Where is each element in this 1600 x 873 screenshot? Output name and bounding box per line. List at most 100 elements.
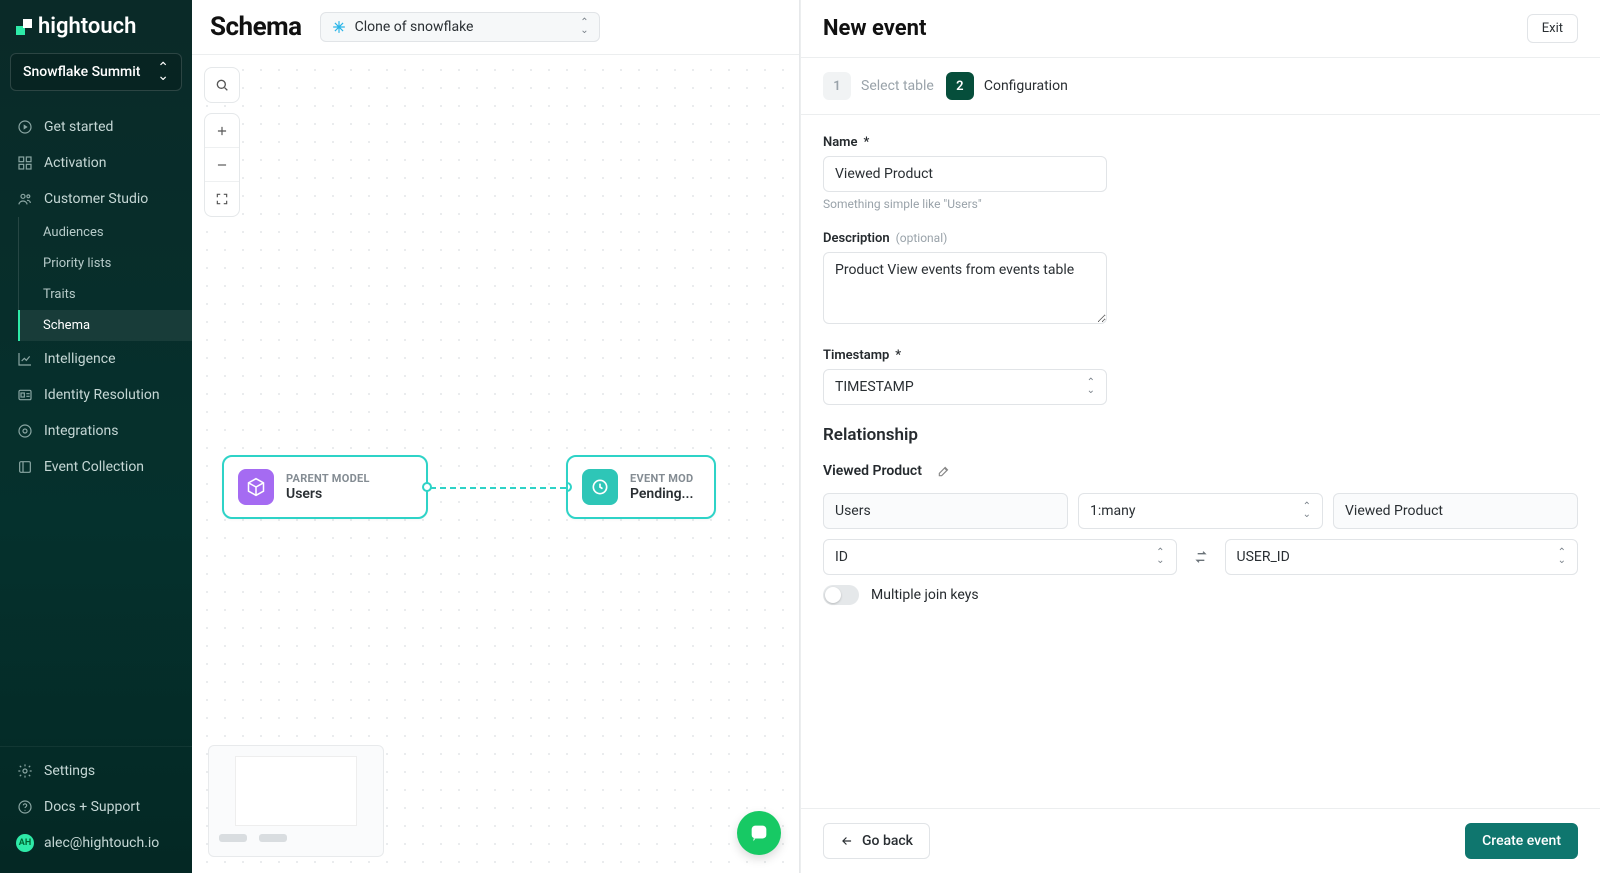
toggle-knob xyxy=(825,587,841,603)
nav-item-intelligence[interactable]: Intelligence xyxy=(0,341,192,377)
workspace-picker[interactable]: Snowflake Summit ⌃⌄ xyxy=(10,53,182,91)
users-icon xyxy=(16,190,34,208)
sidebar-footer: Settings Docs + Support AH alec@hightouc… xyxy=(0,746,192,873)
node-name: Users xyxy=(286,486,370,502)
nav-item-customer-studio[interactable]: Customer Studio xyxy=(0,181,192,217)
updown-icon: ⌃⌄ xyxy=(157,64,169,80)
source-picker[interactable]: Clone of snowflake ⌃⌄ xyxy=(320,12,600,42)
arrow-left-icon xyxy=(840,834,854,848)
schema-canvas-column: Schema Clone of snowflake ⌃⌄ xyxy=(192,0,800,873)
minimap-viewport xyxy=(235,756,357,826)
field-timestamp: Timestamp * TIMESTAMP ⌃⌄ xyxy=(823,348,1107,405)
step-bar: 1 Select table 2 Configuration xyxy=(801,58,1600,115)
required-mark: * xyxy=(895,348,901,363)
nav-item-activation[interactable]: Activation xyxy=(0,145,192,181)
updown-icon: ⌃⌄ xyxy=(1156,549,1164,565)
subnav-item-priority-lists[interactable]: Priority lists xyxy=(19,248,192,279)
grid-icon xyxy=(16,154,34,172)
subnav-item-traits[interactable]: Traits xyxy=(19,279,192,310)
right-model-display: Viewed Product xyxy=(1333,493,1578,529)
nav-item-integrations[interactable]: Integrations xyxy=(0,413,192,449)
create-event-label: Create event xyxy=(1482,833,1561,849)
edit-relationship-button[interactable] xyxy=(932,459,956,483)
step-number: 1 xyxy=(823,72,851,100)
primary-nav: Get started Activation Customer Studio A… xyxy=(0,105,192,746)
go-back-button[interactable]: Go back xyxy=(823,823,930,859)
relationship-name: Viewed Product xyxy=(823,463,922,479)
minimap-node-shadow xyxy=(259,834,287,842)
schema-canvas[interactable]: PARENT MODEL Users EVENT MOD Pending... xyxy=(192,55,799,873)
updown-icon: ⌃⌄ xyxy=(1087,379,1095,395)
brand-logo-icon xyxy=(16,19,32,35)
main: Schema Clone of snowflake ⌃⌄ xyxy=(192,0,1600,873)
subnav-customer-studio: Audiences Priority lists Traits Schema xyxy=(18,217,192,341)
intercom-chat-button[interactable] xyxy=(737,811,781,855)
create-event-button[interactable]: Create event xyxy=(1465,823,1578,859)
left-key-select[interactable]: ID ⌃⌄ xyxy=(823,539,1177,575)
node-event-model[interactable]: EVENT MOD Pending... xyxy=(566,455,716,519)
canvas-search-button[interactable] xyxy=(204,67,240,103)
timestamp-label: Timestamp xyxy=(823,348,889,363)
node-name: Pending... xyxy=(630,486,694,502)
cube-icon xyxy=(238,469,274,505)
step-select-table[interactable]: 1 Select table xyxy=(823,72,934,100)
integration-icon xyxy=(16,422,34,440)
nav-label: Docs + Support xyxy=(44,799,140,815)
user-email: alec@hightouch.io xyxy=(44,835,159,851)
play-circle-icon xyxy=(16,118,34,136)
panel-footer: Go back Create event xyxy=(801,808,1600,873)
avatar: AH xyxy=(16,834,34,852)
expand-icon xyxy=(215,192,229,206)
name-input[interactable] xyxy=(823,156,1107,192)
pencil-icon xyxy=(937,464,951,478)
timestamp-select[interactable]: TIMESTAMP ⌃⌄ xyxy=(823,369,1107,405)
chat-icon xyxy=(748,822,770,844)
workspace-name: Snowflake Summit xyxy=(23,64,140,80)
minus-icon xyxy=(215,158,229,172)
search-icon xyxy=(214,77,230,93)
nav-label: Integrations xyxy=(44,423,118,439)
updown-icon: ⌃⌄ xyxy=(580,19,588,35)
nav-item-settings[interactable]: Settings xyxy=(0,753,192,789)
right-key-select[interactable]: USER_ID ⌃⌄ xyxy=(1225,539,1579,575)
nav-item-identity-resolution[interactable]: Identity Resolution xyxy=(0,377,192,413)
relationship-section-title: Relationship xyxy=(823,425,1578,445)
nav-item-get-started[interactable]: Get started xyxy=(0,109,192,145)
new-event-panel: New event Exit 1 Select table 2 Configur… xyxy=(800,0,1600,873)
canvas-header: Schema Clone of snowflake ⌃⌄ xyxy=(192,0,799,55)
swap-icon xyxy=(1187,549,1215,565)
node-type-label: EVENT MOD xyxy=(630,472,694,485)
required-mark: * xyxy=(863,135,869,150)
cardinality-select[interactable]: 1:many ⌃⌄ xyxy=(1078,493,1323,529)
name-label: Name xyxy=(823,135,857,150)
fit-view-button[interactable] xyxy=(205,182,239,216)
left-key-value: ID xyxy=(835,549,848,565)
nav-item-user[interactable]: AH alec@hightouch.io xyxy=(0,825,192,861)
node-parent-model[interactable]: PARENT MODEL Users xyxy=(222,455,428,519)
source-name: Clone of snowflake xyxy=(355,19,474,35)
step-configuration[interactable]: 2 Configuration xyxy=(946,72,1068,100)
exit-button[interactable]: Exit xyxy=(1527,14,1578,43)
zoom-controls xyxy=(204,113,240,217)
multi-join-row: Multiple join keys xyxy=(823,585,1578,605)
gear-icon xyxy=(16,762,34,780)
nav-label: Customer Studio xyxy=(44,191,148,207)
snowflake-icon xyxy=(331,19,347,35)
node-type-label: PARENT MODEL xyxy=(286,472,370,485)
right-key-value: USER_ID xyxy=(1237,549,1290,565)
step-number: 2 xyxy=(946,72,974,100)
description-textarea[interactable] xyxy=(823,252,1107,324)
optional-label: (optional) xyxy=(896,231,948,245)
node-handle-left[interactable] xyxy=(566,482,572,492)
nav-item-event-collection[interactable]: Event Collection xyxy=(0,449,192,485)
nav-item-docs[interactable]: Docs + Support xyxy=(0,789,192,825)
plus-icon xyxy=(215,124,229,138)
subnav-item-audiences[interactable]: Audiences xyxy=(19,217,192,248)
zoom-out-button[interactable] xyxy=(205,148,239,182)
canvas-minimap[interactable] xyxy=(208,745,384,857)
subnav-item-schema[interactable]: Schema xyxy=(19,310,192,341)
multi-join-toggle[interactable] xyxy=(823,585,859,605)
zoom-in-button[interactable] xyxy=(205,114,239,148)
brand-name: hightouch xyxy=(38,14,136,39)
edge-parent-to-event xyxy=(430,487,566,489)
